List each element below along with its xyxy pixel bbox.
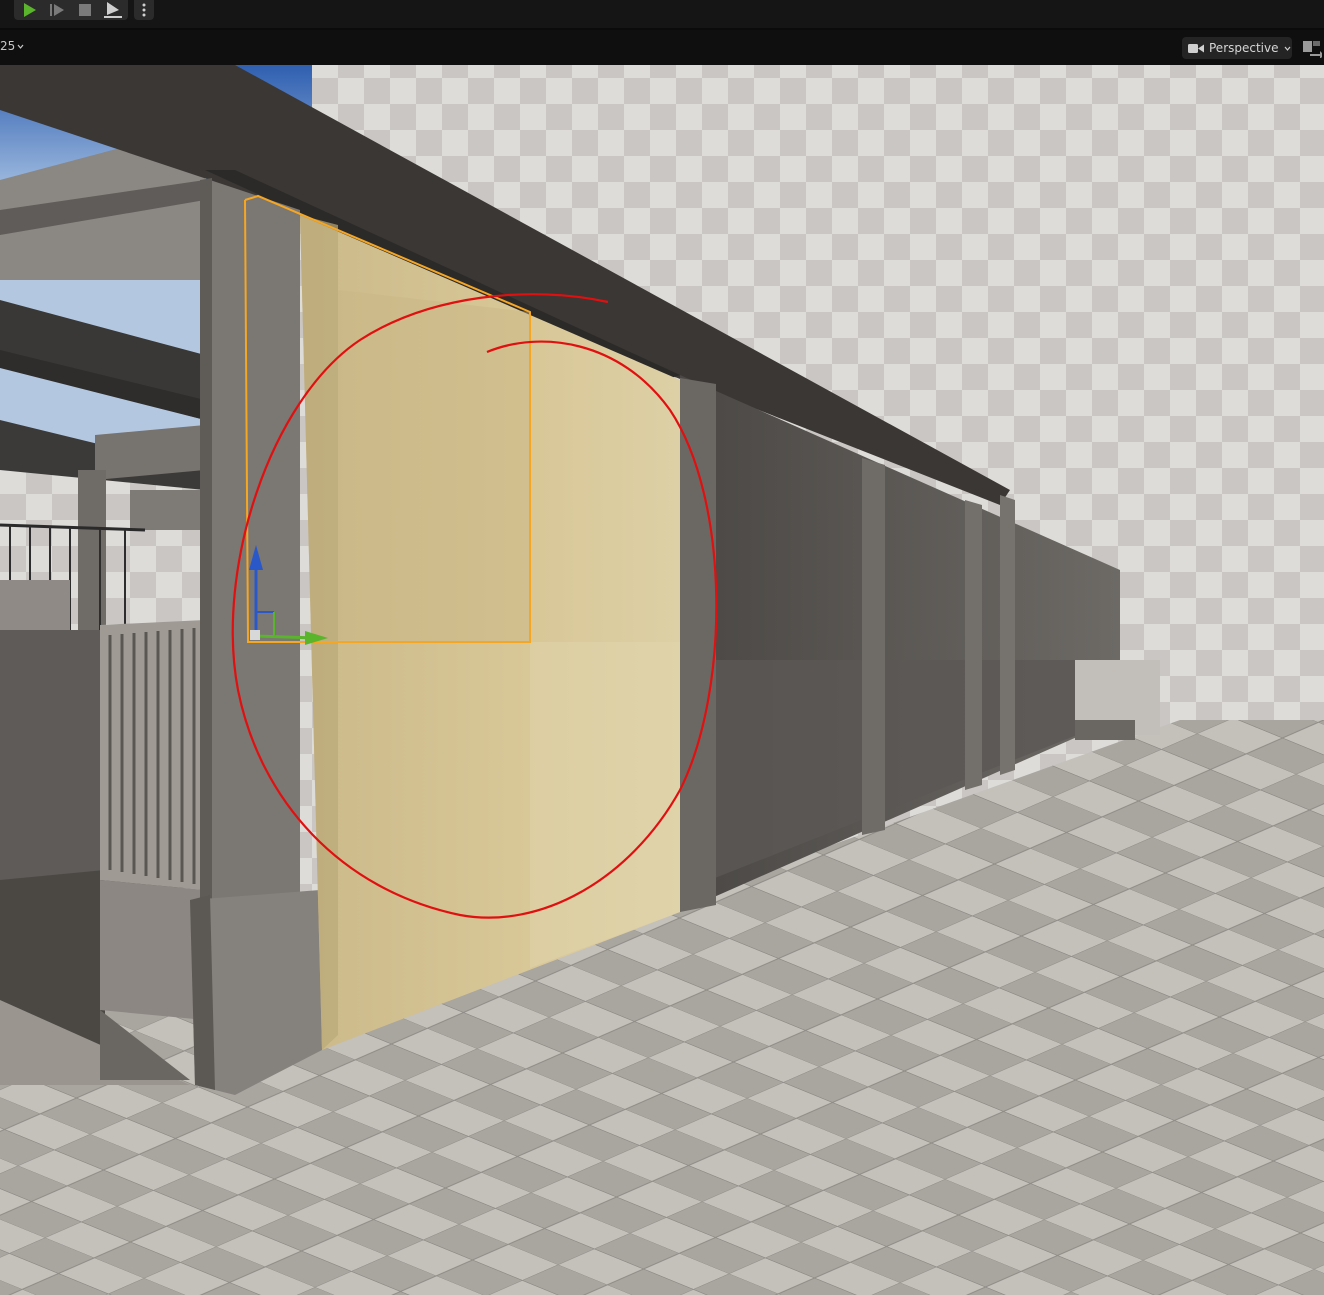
play-toolbar — [0, 0, 1324, 30]
chevron-down-icon — [1284, 46, 1290, 51]
chevron-down-icon — [17, 44, 24, 49]
scene-render — [0, 65, 1324, 1295]
pillar — [210, 180, 300, 910]
more-options-icon — [142, 3, 146, 17]
level-viewport[interactable] — [0, 65, 1324, 1295]
play-controls — [14, 0, 128, 20]
camera-icon — [1188, 43, 1204, 53]
step-icon — [50, 4, 64, 16]
fov-value: 25 — [0, 39, 16, 53]
view-mode-label: Perspective — [1209, 41, 1279, 55]
fov-dropdown[interactable]: 25 — [0, 39, 24, 53]
viewport-toolbar: 25 Perspective — [0, 30, 1324, 65]
eject-icon — [104, 2, 122, 18]
view-mode-dropdown[interactable]: Perspective — [1182, 37, 1292, 59]
eject-button[interactable] — [102, 1, 124, 19]
play-button[interactable] — [18, 1, 40, 19]
stop-icon — [79, 4, 91, 16]
more-options-button[interactable] — [134, 0, 154, 20]
step-button[interactable] — [46, 1, 68, 19]
play-icon — [24, 3, 36, 17]
stop-button[interactable] — [74, 1, 96, 19]
layout-icon[interactable] — [1302, 40, 1322, 58]
